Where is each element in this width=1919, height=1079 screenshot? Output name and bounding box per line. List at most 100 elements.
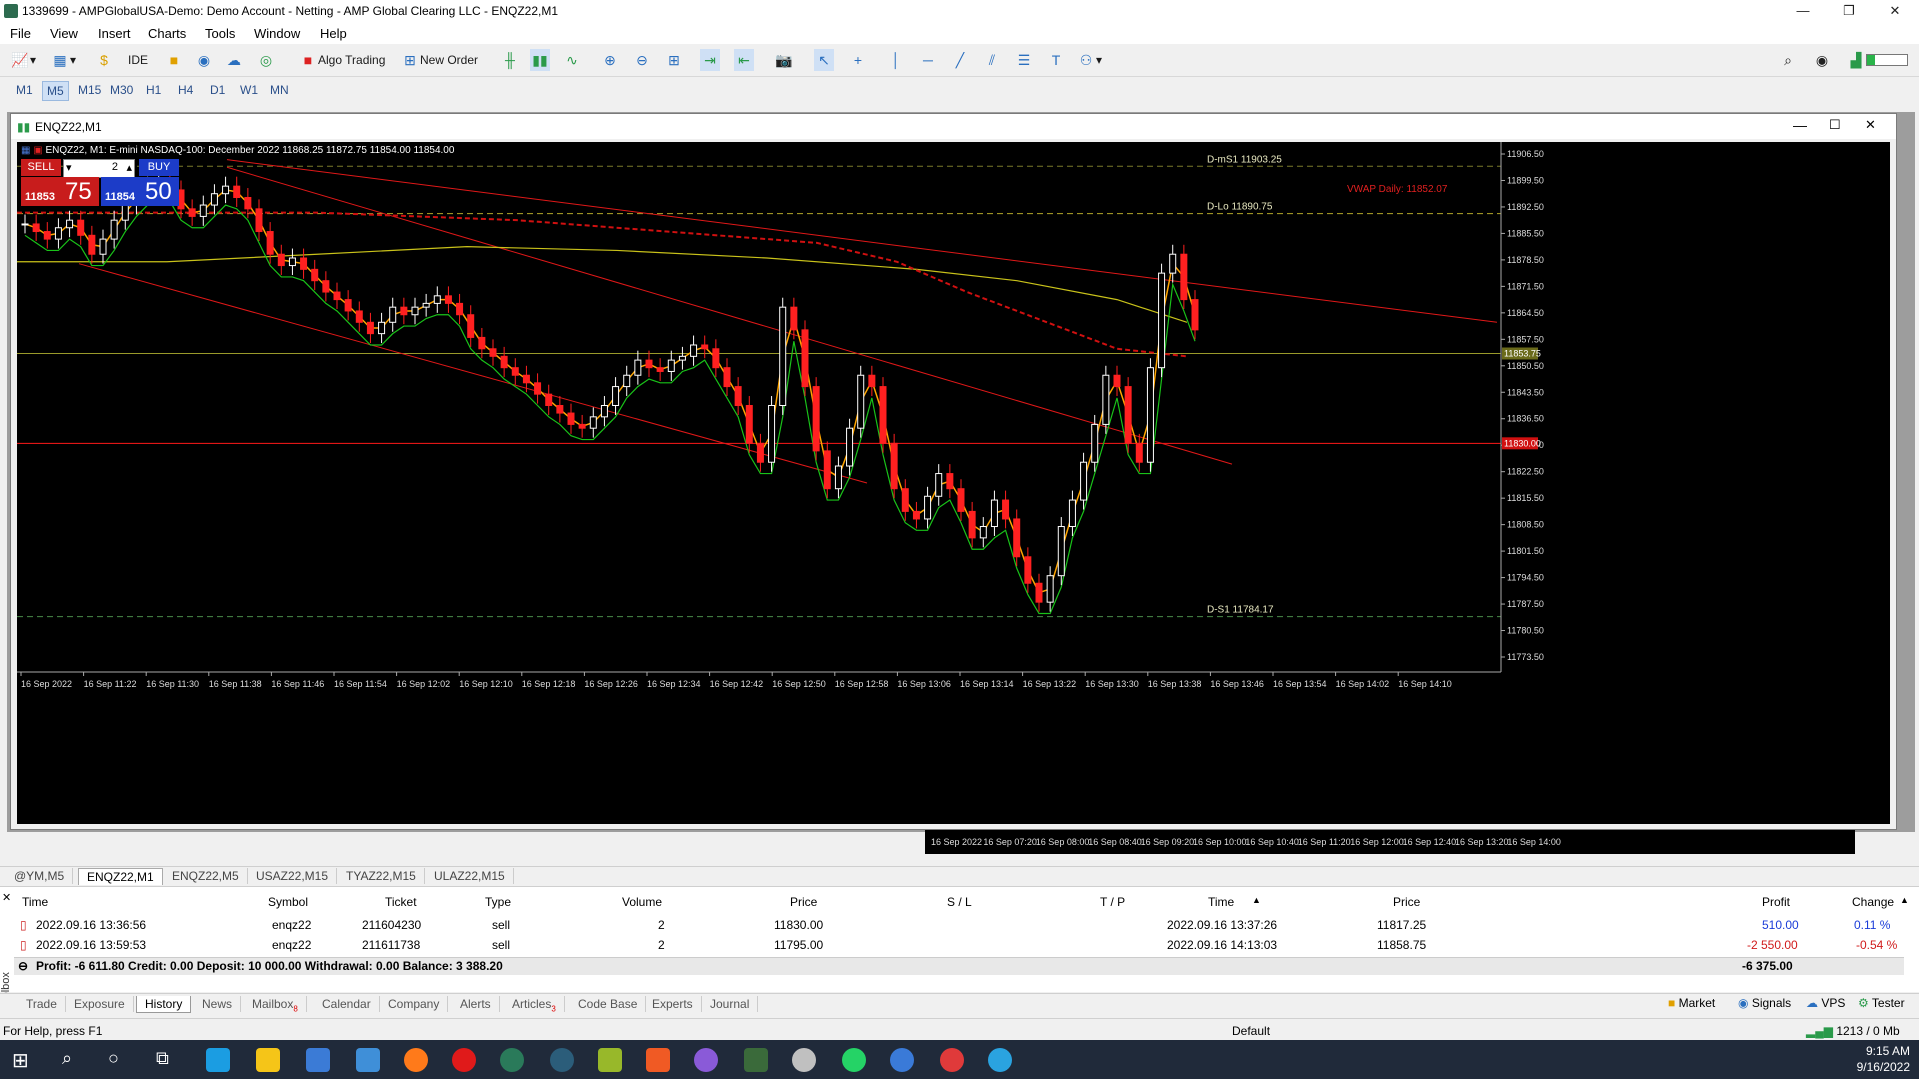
buy-price[interactable]: 11854 50: [101, 177, 179, 206]
chart-close-icon[interactable]: ✕: [1865, 117, 1876, 133]
tf-h1[interactable]: H1: [142, 81, 165, 99]
menu-insert[interactable]: Insert: [98, 26, 131, 41]
tf-h4[interactable]: H4: [174, 81, 197, 99]
chart-tab-active[interactable]: ENQZ22,M1: [78, 868, 163, 885]
chart-tab[interactable]: ENQZ22,M5: [164, 868, 248, 884]
windows-start-icon[interactable]: ⊞: [12, 1048, 29, 1073]
app-chart-icon[interactable]: [598, 1048, 622, 1072]
tester-tab[interactable]: ⚙ Tester: [1858, 996, 1905, 1010]
close-icon[interactable]: ✕: [1872, 0, 1918, 22]
col-close-time[interactable]: Time: [1208, 895, 1234, 909]
zoom-out-icon[interactable]: ⊖: [632, 49, 652, 71]
sell-button[interactable]: SELL: [21, 159, 61, 176]
mail-icon[interactable]: [356, 1048, 380, 1072]
tf-mn[interactable]: MN: [266, 81, 293, 99]
chart-minimize-icon[interactable]: —: [1793, 117, 1807, 133]
new-order-button[interactable]: ⊞ New Order: [400, 49, 478, 71]
coin-icon[interactable]: $: [94, 49, 114, 71]
sort-asc-icon[interactable]: ▲: [1252, 895, 1261, 905]
col-type[interactable]: Type: [485, 895, 511, 909]
tf-m5[interactable]: M5: [42, 81, 69, 101]
tab-articles[interactable]: Articles3: [504, 996, 565, 1013]
new-chart-icon[interactable]: 📈 ▾: [10, 49, 36, 71]
fibonacci-icon[interactable]: ☰: [1014, 49, 1034, 71]
chart-area[interactable]: 11906.50 11899.50 11892.50 11885.50 11878.50…: [17, 142, 1890, 824]
col-close-price[interactable]: Price: [1393, 895, 1420, 909]
app-globe-icon[interactable]: [550, 1048, 574, 1072]
tf-m1[interactable]: M1: [12, 81, 37, 99]
col-price[interactable]: Price: [790, 895, 817, 909]
app-u-icon[interactable]: [500, 1048, 524, 1072]
col-time[interactable]: Time: [22, 895, 48, 909]
candles-icon[interactable]: ▮▮: [530, 49, 550, 71]
crosshair-icon[interactable]: +: [848, 49, 868, 71]
cortana-icon[interactable]: ○: [108, 1048, 119, 1069]
tab-company[interactable]: Company: [380, 996, 449, 1012]
qbittorrent-icon[interactable]: [890, 1048, 914, 1072]
chart-shift-icon[interactable]: ⇤: [734, 49, 754, 71]
vps-icon[interactable]: ☁: [224, 49, 244, 71]
firefox-icon[interactable]: [404, 1048, 428, 1072]
menu-charts[interactable]: Charts: [148, 26, 186, 41]
edge-icon[interactable]: [206, 1048, 230, 1072]
chart-tab[interactable]: ULAZ22,M15: [426, 868, 514, 884]
trendline-icon[interactable]: ╱: [950, 49, 970, 71]
algo-trading-button[interactable]: ■ Algo Trading: [298, 49, 386, 71]
search-icon[interactable]: ⌕: [62, 1048, 72, 1069]
tab-code-base[interactable]: Code Base: [570, 996, 647, 1012]
col-volume[interactable]: Volume: [622, 895, 662, 909]
store-icon[interactable]: [306, 1048, 330, 1072]
shapes-icon[interactable]: ⚇ ▾: [1076, 49, 1102, 71]
tab-mailbox[interactable]: Mailbox8: [244, 996, 307, 1013]
zoom-in-icon[interactable]: ⊕: [600, 49, 620, 71]
col-change[interactable]: Change: [1852, 895, 1894, 909]
menu-window[interactable]: Window: [254, 26, 300, 41]
vertical-line-icon[interactable]: │: [886, 49, 906, 71]
scroll-up-icon[interactable]: ▲: [1900, 895, 1909, 905]
tab-experts[interactable]: Experts: [644, 996, 702, 1012]
col-ticket[interactable]: Ticket: [385, 895, 417, 909]
task-view-icon[interactable]: ⧉: [156, 1048, 169, 1069]
col-profit[interactable]: Profit: [1762, 895, 1790, 909]
volume-input[interactable]: ▾ 2 ▴: [63, 159, 135, 178]
tf-d1[interactable]: D1: [206, 81, 229, 99]
account-icon[interactable]: ◉: [1812, 49, 1832, 71]
brave-icon[interactable]: [646, 1048, 670, 1072]
discord-icon[interactable]: [694, 1048, 718, 1072]
menu-tools[interactable]: Tools: [205, 26, 235, 41]
sell-price[interactable]: 11853 75: [21, 177, 99, 206]
buy-button[interactable]: BUY: [139, 159, 179, 176]
chrome-icon[interactable]: [940, 1048, 964, 1072]
vps-tab[interactable]: ☁ VPS: [1806, 996, 1845, 1010]
signals-icon[interactable]: ◉: [194, 49, 214, 71]
market-tab[interactable]: ■ Market: [1668, 996, 1715, 1010]
profiles-icon[interactable]: ▦ ▾: [50, 49, 76, 71]
metatrader-icon[interactable]: [744, 1048, 768, 1072]
tf-w1[interactable]: W1: [236, 81, 262, 99]
autoscroll-icon[interactable]: ⇥: [700, 49, 720, 71]
col-symbol[interactable]: Symbol: [268, 895, 308, 909]
bar-chart-icon[interactable]: ╫: [500, 49, 520, 71]
minimize-icon[interactable]: —: [1780, 0, 1826, 22]
col-tp[interactable]: T / P: [1100, 895, 1125, 909]
tab-journal[interactable]: Journal: [702, 996, 759, 1012]
file-explorer-icon[interactable]: [256, 1048, 280, 1072]
community-icon[interactable]: ◎: [256, 49, 276, 71]
app-cloud-icon[interactable]: [792, 1048, 816, 1072]
menu-file[interactable]: File: [10, 26, 31, 41]
cursor-icon[interactable]: ↖: [814, 49, 834, 71]
tf-m15[interactable]: M15: [74, 81, 105, 99]
chart-tab[interactable]: TYAZ22,M15: [338, 868, 425, 884]
whatsapp-icon[interactable]: [842, 1048, 866, 1072]
tile-windows-icon[interactable]: ⊞: [664, 49, 684, 71]
chart-tab[interactable]: USAZ22,M15: [248, 868, 338, 884]
tab-exposure[interactable]: Exposure: [66, 996, 134, 1012]
telegram-icon[interactable]: [988, 1048, 1012, 1072]
menu-help[interactable]: Help: [320, 26, 347, 41]
channel-icon[interactable]: ⫽: [982, 49, 1002, 71]
tf-m30[interactable]: M30: [106, 81, 137, 99]
tab-trade[interactable]: Trade: [18, 996, 66, 1012]
chart-maximize-icon[interactable]: ☐: [1829, 117, 1841, 133]
table-row[interactable]: ▯ 2022.09.16 13:36:56 enqz22 211604230 s…: [14, 916, 1904, 935]
col-sl[interactable]: S / L: [947, 895, 972, 909]
